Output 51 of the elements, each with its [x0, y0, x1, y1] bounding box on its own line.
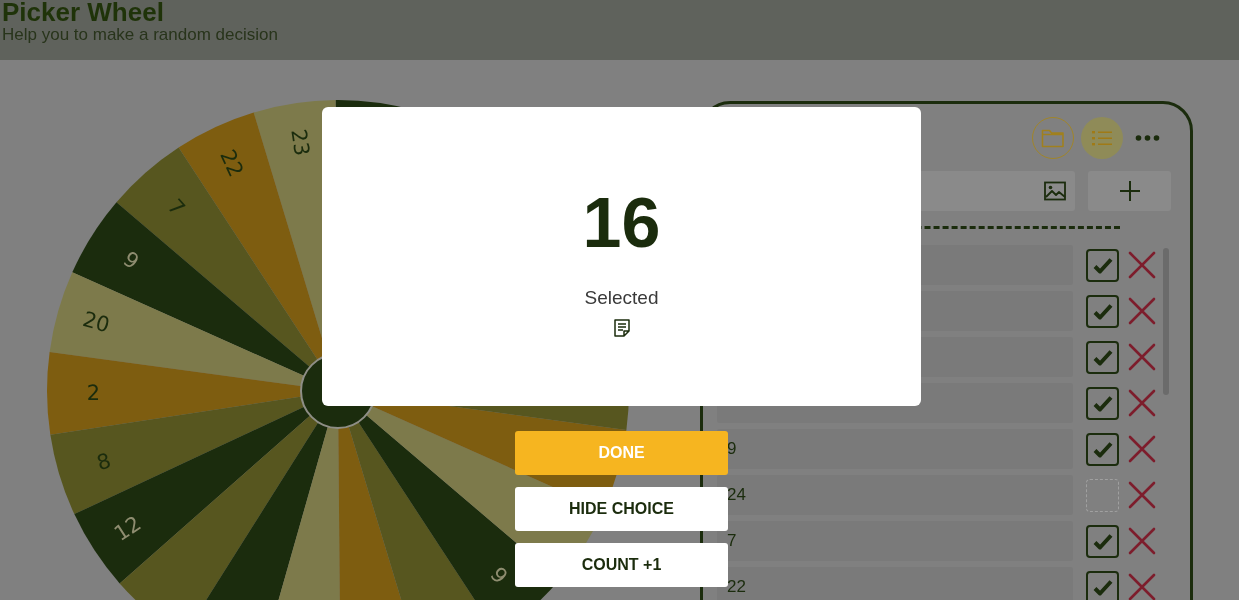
more-icon	[1135, 134, 1160, 142]
more-button[interactable]	[1135, 134, 1160, 142]
page-title: Picker Wheel	[2, 0, 165, 24]
remove-icon[interactable]	[1127, 296, 1157, 326]
hide-choice-button[interactable]: HIDE CHOICE	[515, 487, 728, 531]
checkbox[interactable]	[1086, 478, 1119, 512]
segment-label: 22	[215, 146, 249, 181]
add-button[interactable]	[1088, 171, 1171, 211]
entry-field[interactable]: 9	[717, 429, 1073, 469]
plus-icon	[1118, 180, 1141, 202]
done-button[interactable]: DONE	[515, 431, 728, 475]
segment-label: 12	[109, 511, 146, 547]
check-icon	[1092, 394, 1113, 412]
segment-label: 7	[162, 194, 190, 221]
checkbox[interactable]	[1086, 432, 1119, 466]
check-icon	[1092, 440, 1113, 458]
check-icon	[1092, 302, 1113, 320]
check-icon	[1092, 532, 1113, 550]
remove-icon[interactable]	[1127, 526, 1157, 556]
segment-label: 23	[286, 127, 314, 158]
result-caption: Selected	[584, 287, 659, 309]
checkbox[interactable]	[1086, 386, 1119, 420]
remove-icon[interactable]	[1127, 434, 1157, 464]
checkbox[interactable]	[1086, 340, 1119, 374]
list-icon	[1091, 129, 1113, 147]
checkbox[interactable]	[1086, 570, 1119, 600]
result-value: 16	[582, 188, 661, 258]
remove-icon[interactable]	[1127, 388, 1157, 418]
remove-icon[interactable]	[1127, 572, 1157, 600]
count-button[interactable]: COUNT +1	[515, 543, 728, 587]
entry-field[interactable]: 7	[717, 521, 1073, 561]
checkbox[interactable]	[1086, 294, 1119, 328]
page-subtitle: Help you to make a random decision	[2, 24, 279, 45]
image-icon[interactable]	[1044, 181, 1066, 201]
segment-label: 6	[486, 561, 514, 588]
checkbox[interactable]	[1086, 524, 1119, 558]
checkbox[interactable]	[1086, 248, 1119, 282]
note-icon[interactable]	[613, 319, 630, 337]
entry-field[interactable]: 22	[717, 567, 1073, 600]
entry-field[interactable]: 24	[717, 475, 1073, 515]
remove-icon[interactable]	[1127, 342, 1157, 372]
segment-label: 9	[119, 246, 144, 275]
remove-icon[interactable]	[1127, 480, 1157, 510]
remove-icon[interactable]	[1127, 250, 1157, 280]
folder-icon	[1041, 128, 1065, 148]
check-icon	[1092, 256, 1113, 274]
segment-label: 8	[93, 448, 114, 476]
segment-label: 2	[86, 381, 101, 406]
check-icon	[1092, 578, 1113, 596]
segment-label: 20	[80, 307, 113, 338]
check-icon	[1092, 348, 1113, 366]
